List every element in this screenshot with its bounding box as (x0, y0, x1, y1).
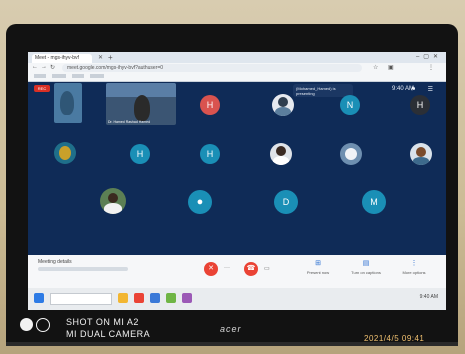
presenting-banner[interactable]: (Mohamed_Hamed) is presenting (293, 84, 353, 97)
laptop-brand-logo: acer (220, 324, 242, 334)
person-icon: ● (196, 196, 204, 208)
presenter-video-tile[interactable]: Dr. Hamed Rashad Hamed (106, 83, 176, 125)
new-tab-icon[interactable]: + (108, 53, 113, 62)
more-options-label: More options (402, 270, 426, 275)
bookmark-item[interactable] (72, 74, 84, 78)
laptop-screen: Meet - mgs-ihyv-bvf ✕ + –▢✕ ← → ↻ meet.g… (28, 52, 446, 310)
chrome-icon[interactable] (134, 293, 144, 303)
photo-timestamp: 2021/4/5 09:41 (364, 334, 425, 343)
participant-video-tile[interactable] (54, 83, 82, 123)
bookmark-item[interactable] (52, 74, 66, 78)
back-icon[interactable]: ← (32, 64, 38, 70)
address-bar: ← → ↻ meet.google.com/mgs-ihyv-bvf?authu… (28, 63, 446, 73)
laptop: Meet - mgs-ihyv-bvf ✕ + –▢✕ ← → ↻ meet.g… (6, 24, 458, 346)
participant-avatar[interactable]: H (410, 95, 430, 115)
taskbar-search-box[interactable] (50, 293, 112, 305)
captions-label: Turn on captions (351, 270, 381, 275)
participant-figure (60, 91, 74, 115)
app-icon[interactable] (150, 293, 160, 303)
reload-icon[interactable]: ↻ (50, 64, 55, 71)
participant-avatar[interactable]: H (200, 95, 220, 115)
more-options-icon[interactable]: ⋮ (394, 259, 434, 267)
start-icon[interactable] (34, 293, 44, 303)
present-now-label: Present now (306, 270, 330, 275)
taskbar-clock: 9:40 AM (419, 294, 438, 300)
windows-taskbar: 9:40 AM (28, 288, 446, 310)
presenter-caption: Dr. Hamed Rashad Hamed (108, 120, 151, 124)
participant-avatar[interactable]: N (340, 95, 360, 115)
ring-circle-icon (36, 318, 50, 332)
window-controls[interactable]: –▢✕ (416, 53, 442, 60)
meet-video-grid: REC (Mohamed_Hamed) is presenting ⚑ ☰ 9:… (28, 82, 446, 255)
participant-photo[interactable] (54, 142, 76, 164)
presenter-figure (134, 95, 150, 121)
file-explorer-icon[interactable] (118, 293, 128, 303)
app-icon[interactable] (182, 293, 192, 303)
top-right-icons[interactable]: ⚑ ☰ (411, 86, 438, 93)
participant-avatar[interactable]: H (200, 144, 220, 164)
participant-photo[interactable] (272, 94, 294, 116)
participant-avatar[interactable]: D (274, 190, 298, 214)
url-field[interactable]: meet.google.com/mgs-ihyv-bvf?authuser=0 (62, 64, 362, 72)
camera-watermark-line1: SHOT ON MI A2 (66, 317, 139, 327)
present-now-icon[interactable]: ⊞ (298, 259, 338, 267)
meeting-clock: 9:40 AM (391, 86, 414, 92)
camera-watermark-line2: MI DUAL CAMERA (66, 329, 151, 339)
star-icon[interactable]: ☆ (373, 64, 378, 71)
participant-avatar[interactable]: ● (188, 190, 212, 214)
captions-icon[interactable]: ▤ (346, 259, 386, 267)
microphone-off-button[interactable]: ✕ (204, 262, 218, 276)
recording-badge: REC (34, 85, 50, 92)
bookmark-item[interactable] (90, 74, 104, 78)
meeting-details-button[interactable]: Meeting details (38, 259, 72, 265)
browser-tab[interactable]: Meet - mgs-ihyv-bvf (32, 54, 92, 63)
participant-avatar[interactable]: M (362, 190, 386, 214)
meet-control-bar: Meeting details ✕ ··· ☎ ▭ ⊞ Present now … (28, 255, 446, 288)
end-call-button[interactable]: ☎ (244, 262, 258, 276)
participant-photo[interactable] (100, 188, 126, 214)
participant-avatar[interactable]: H (130, 144, 150, 164)
participant-photo[interactable] (340, 143, 362, 165)
browser-tab-bar: Meet - mgs-ihyv-bvf ✕ + –▢✕ (28, 52, 446, 63)
participant-photo[interactable] (410, 143, 432, 165)
tab-close-icon[interactable]: ✕ (98, 54, 103, 61)
forward-icon[interactable]: → (41, 64, 47, 70)
meeting-details-subtext (38, 267, 128, 271)
menu-icon[interactable]: ⋮ (428, 64, 434, 71)
camera-off-icon[interactable]: ▭ (264, 265, 270, 272)
bookmark-item[interactable] (34, 74, 46, 78)
participant-photo[interactable] (270, 143, 292, 165)
control-divider-text: ··· (224, 265, 230, 271)
bookmarks-bar (28, 73, 446, 82)
app-icon[interactable] (166, 293, 176, 303)
filled-circle-icon (20, 318, 33, 331)
extension-icon[interactable]: ▣ (388, 64, 394, 71)
